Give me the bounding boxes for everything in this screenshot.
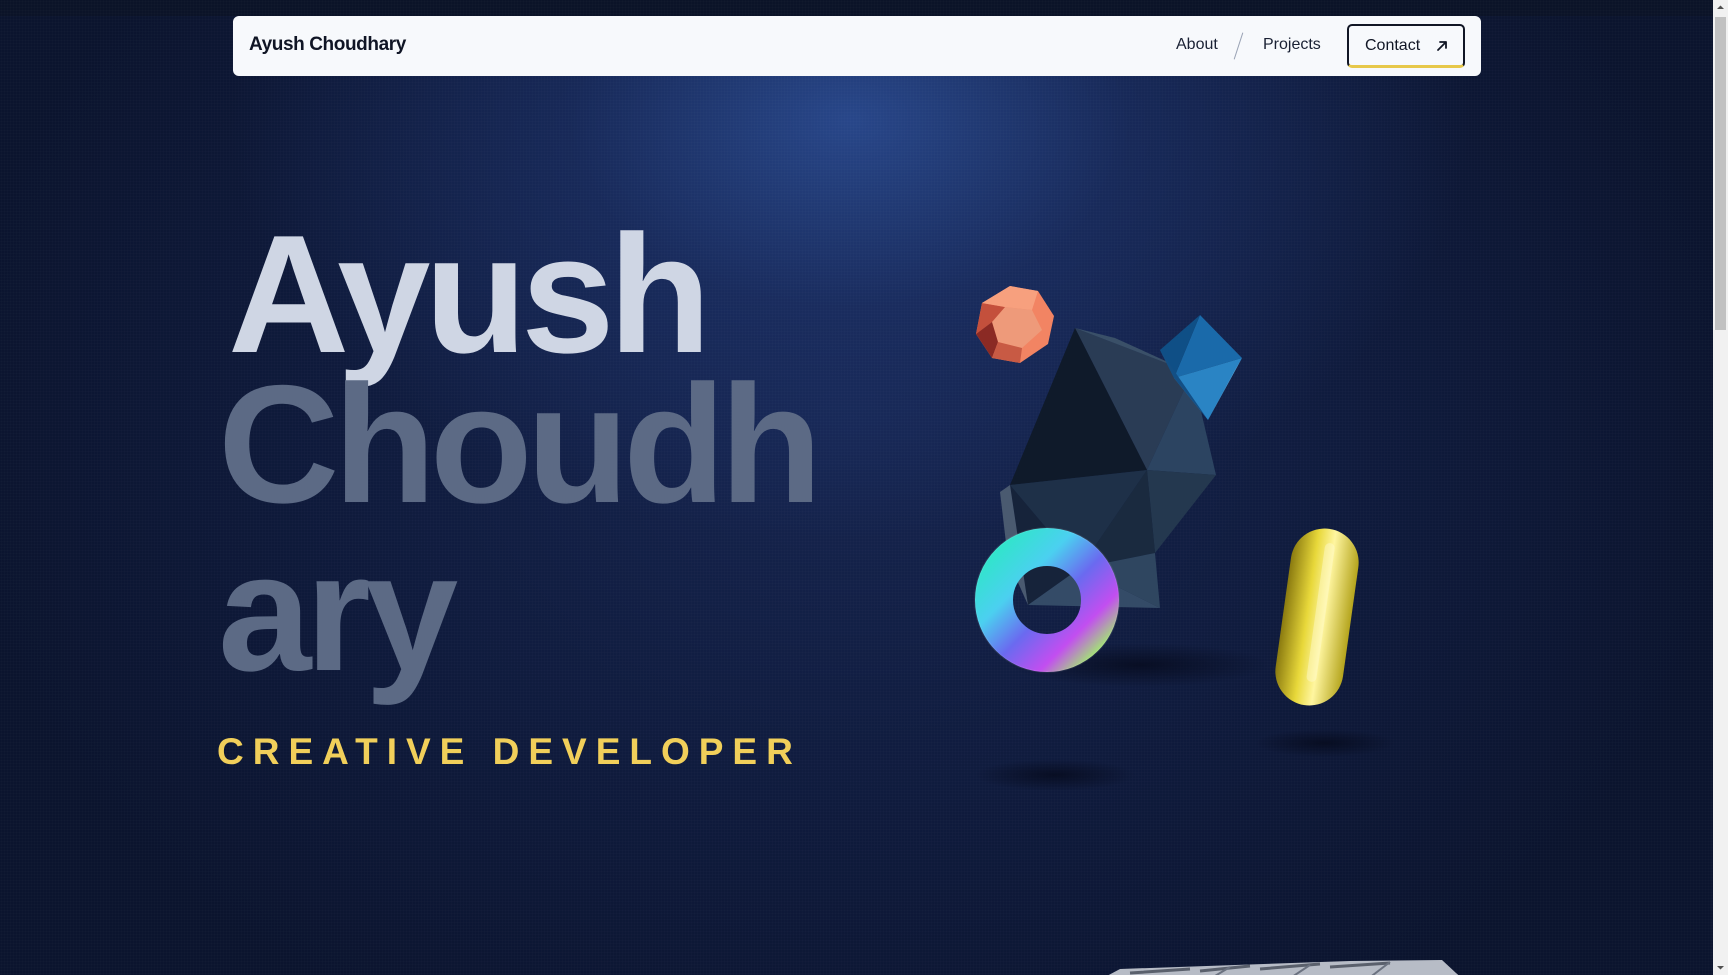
brand-logo[interactable]: Ayush Choudhary bbox=[249, 34, 406, 56]
hero-last-name: Choudhary bbox=[218, 350, 822, 706]
dodecahedron-shape bbox=[976, 286, 1054, 363]
scrollbar-thumb[interactable] bbox=[1715, 17, 1726, 330]
hero-3d-scene bbox=[974, 286, 1395, 791]
nav-link-about[interactable]: About bbox=[1176, 36, 1218, 54]
page-background: Ayush Choudhary About Projects Contact A… bbox=[0, 0, 1713, 975]
torus-shadow bbox=[975, 759, 1135, 791]
contact-button-label: Contact bbox=[1365, 37, 1421, 54]
hero-role: CREATIVE DEVELOPER bbox=[217, 731, 802, 772]
navbar: Ayush Choudhary About Projects Contact bbox=[233, 16, 1481, 76]
contact-button[interactable]: Contact bbox=[1347, 24, 1465, 68]
nav-link-projects[interactable]: Projects bbox=[1263, 36, 1321, 54]
scroll-up-arrow-icon[interactable] bbox=[1713, 0, 1728, 15]
scroll-down-arrow-icon[interactable] bbox=[1713, 960, 1728, 975]
arrow-up-right-icon bbox=[1437, 41, 1447, 51]
nav-separator bbox=[1233, 32, 1244, 60]
capsule-shape bbox=[1275, 528, 1359, 706]
bottom-object-partial bbox=[1108, 960, 1459, 975]
vertical-scrollbar[interactable] bbox=[1713, 0, 1728, 975]
capsule-shadow bbox=[1255, 729, 1395, 757]
